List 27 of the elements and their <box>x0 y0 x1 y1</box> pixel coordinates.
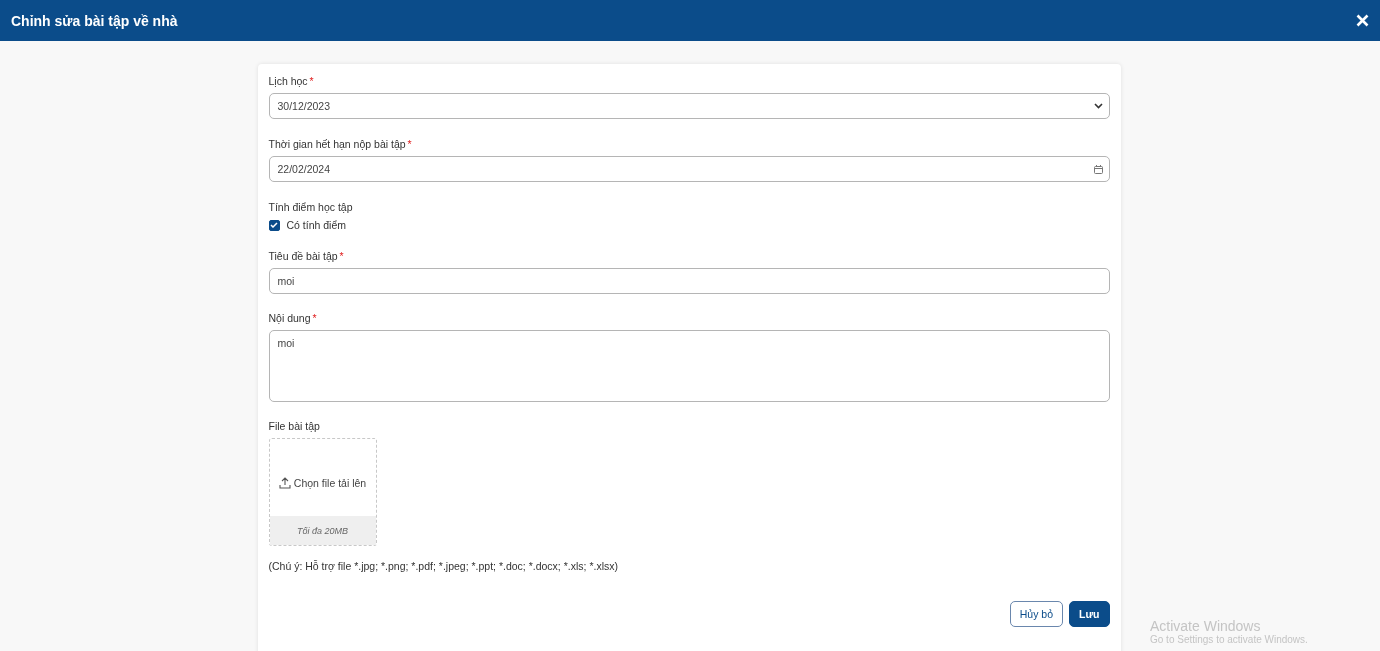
required-mark: * <box>309 75 314 87</box>
textarea-field[interactable]: moi <box>268 330 1110 402</box>
input-field[interactable]: moi <box>268 268 1110 294</box>
field-label: Tiêu đề bài tập <box>268 250 338 262</box>
required-mark: * <box>312 312 317 324</box>
field-label: Lịch học <box>268 75 308 87</box>
cancel-button[interactable]: Hủy bỏ <box>1009 601 1064 627</box>
file-type-note: (Chú ý: Hỗ trợ file *.jpg; *.png; *.pdf; *.jpeg; *.ppt; *.doc; *.docx; *.xls; *.xlsx) <box>268 560 619 572</box>
field-label: File bài tập <box>268 420 320 432</box>
window-title: Chỉnh sửa bài tập về nhà <box>11 12 178 29</box>
checkbox[interactable] <box>268 219 280 231</box>
check-icon <box>270 222 278 228</box>
upload-icon <box>278 476 291 489</box>
calendar-icon <box>1093 164 1103 174</box>
close-icon <box>1355 14 1369 27</box>
select-field[interactable]: 30/12/2023 <box>268 93 1110 119</box>
required-mark: * <box>407 138 412 150</box>
save-button[interactable]: Lưu <box>1069 601 1110 627</box>
field-label: Thời gian hết hạn nộp bài tập <box>268 138 406 150</box>
field-label: Nội dung <box>268 312 311 324</box>
required-mark: * <box>339 250 344 262</box>
size-limit-text: Tối đa 20MB <box>269 516 376 545</box>
checkbox-label: Có tính điểm <box>286 219 347 231</box>
chevron-down-icon <box>1093 103 1103 109</box>
date-field[interactable]: 22/02/2024 <box>268 156 1110 182</box>
upload-button[interactable]: Chọn file tải lên <box>269 439 376 516</box>
field-label: Tính điểm học tập <box>268 201 353 213</box>
